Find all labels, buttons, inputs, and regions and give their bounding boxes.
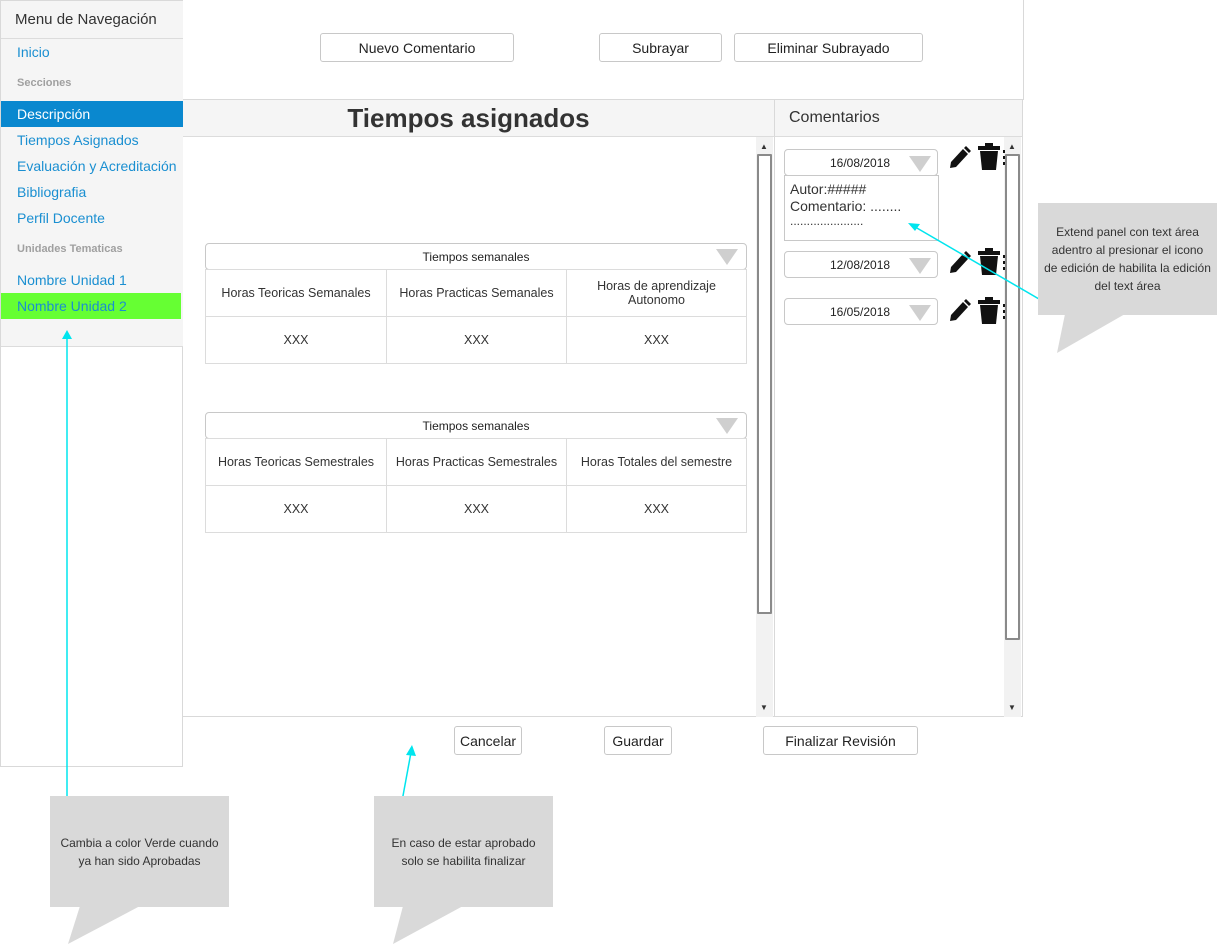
callout-tail <box>68 906 140 944</box>
arrow-head-icon <box>62 330 72 339</box>
arrow-head-icon <box>406 745 416 756</box>
callout-green-approved: Cambia a color Verde cuando ya han sido … <box>50 796 229 907</box>
callout-extend-panel: Extend panel con text área adentro al pr… <box>1038 203 1217 315</box>
callout-tail <box>393 906 463 944</box>
arrow-head-icon <box>908 223 920 231</box>
callout-approved-finish: En caso de estar aprobado solo se habili… <box>374 796 553 907</box>
callout-tail <box>1057 314 1125 353</box>
